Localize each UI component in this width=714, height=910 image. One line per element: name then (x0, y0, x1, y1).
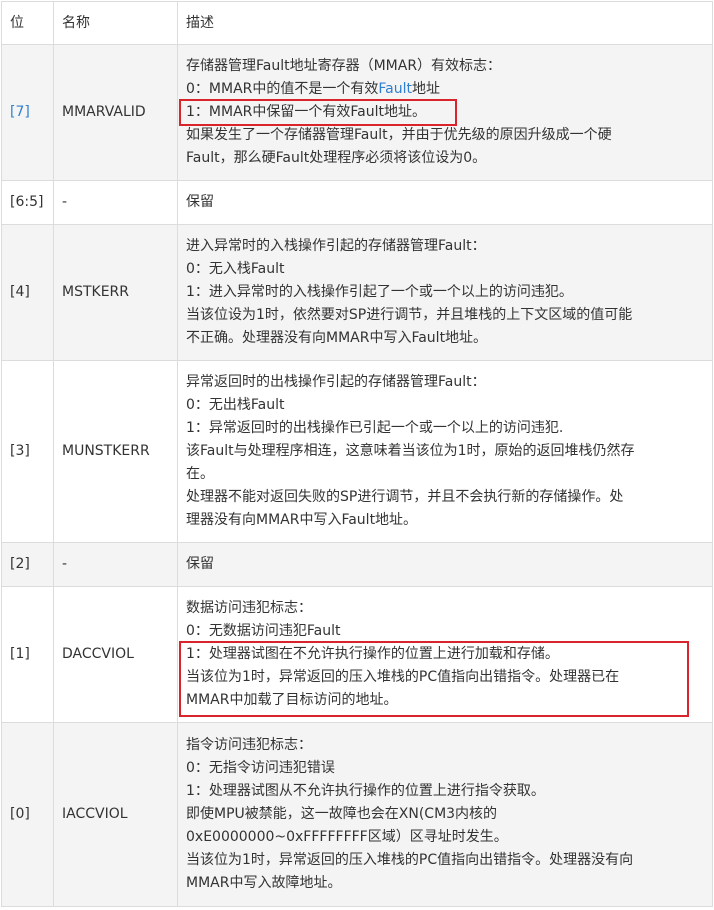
desc-line: 不正确。处理器没有向MMAR中写入Fault地址。 (186, 330, 488, 346)
name-cell: IACCVIOL (53, 722, 178, 907)
desc-line: 如果发生了一个存储器管理Fault，并由于优先级的原因升级成一个硬 (186, 127, 612, 143)
name-cell: MUNSTKERR (53, 360, 178, 543)
desc-line: 存储器管理Fault地址寄存器（MMAR）有效标志： (186, 58, 502, 74)
desc-line: 该Fault与处理程序相连，这意味着当该位为1时，原始的返回堆栈仍然存 (186, 443, 635, 459)
name-cell: MMARVALID (53, 44, 178, 181)
desc-line: 0：无入栈Fault (186, 261, 285, 277)
desc-line: 0：无数据访问违犯Fault (186, 623, 341, 639)
desc-line: 异常返回时的出栈操作引起的存储器管理Fault： (186, 374, 486, 390)
desc-line-highlighted: 1：MMAR中保留一个有效Fault地址。 (179, 99, 704, 126)
desc-line: 即使MPU被禁能，这一故障也会在XN(CM3内核的 (186, 806, 498, 822)
bit-cell: [6:5] (1, 180, 54, 225)
desc-line: 1：处理器试图从不允许执行操作的位置上进行指令获取。 (186, 783, 545, 799)
table-row-reserved-2: [2] - 保留 (1, 542, 713, 587)
name-cell: - (53, 180, 178, 225)
desc-line: 1：处理器试图在不允许执行操作的位置上进行加载和存储。 (186, 646, 559, 662)
table-row-mstkerr: [4] MSTKERR 进入异常时的入栈操作引起的存储器管理Fault： 0：无… (1, 224, 713, 361)
desc-line: 1：进入异常时的入栈操作引起了一个或一个以上的访问违犯。 (186, 284, 573, 300)
description-cell: 进入异常时的入栈操作引起的存储器管理Fault： 0：无入栈Fault 1：进入… (177, 224, 713, 361)
desc-line: 指令访问违犯标志： (186, 737, 312, 753)
bit-7-link[interactable]: [7] (10, 104, 30, 120)
desc-line: 0：无指令访问违犯错误 (186, 760, 335, 776)
desc-line: 0：无出栈Fault (186, 397, 285, 413)
fault-link[interactable]: Fault (378, 81, 412, 97)
table-row-mmarvalid: [7] MMARVALID 存储器管理Fault地址寄存器（MMAR）有效标志：… (1, 44, 713, 181)
description-cell: 保留 (177, 180, 713, 225)
desc-line: 进入异常时的入栈操作引起的存储器管理Fault： (186, 238, 486, 254)
desc-line: 当该位为1时，异常返回的压入堆栈的PC值指向出错指令。处理器没有向 (186, 852, 634, 868)
header-description: 描述 (177, 1, 713, 45)
desc-line-tail: 地址 (411, 81, 440, 97)
table-header-row: 位 名称 描述 (1, 1, 713, 45)
description-cell: 异常返回时的出栈操作引起的存储器管理Fault： 0：无出栈Fault 1：异常… (177, 360, 713, 543)
desc-line: 0：MMAR中的值不是一个有效Fault地址 (186, 78, 704, 101)
description-cell: 数据访问违犯标志： 0：无数据访问违犯Fault 1：处理器试图在不允许执行操作… (177, 586, 713, 723)
table-row-munstkerr: [3] MUNSTKERR 异常返回时的出栈操作引起的存储器管理Fault： 0… (1, 360, 713, 543)
desc-line: 当该位设为1时，依然要对SP进行调节，并且堆栈的上下文区域的值可能 (186, 307, 633, 323)
name-cell: MSTKERR (53, 224, 178, 361)
description-cell: 存储器管理Fault地址寄存器（MMAR）有效标志： 0：MMAR中的值不是一个… (177, 44, 713, 181)
desc-line: MMAR中写入故障地址。 (186, 875, 342, 891)
description-cell: 指令访问违犯标志： 0：无指令访问违犯错误 1：处理器试图从不允许执行操作的位置… (177, 722, 713, 907)
header-bit: 位 (1, 1, 54, 45)
desc-line-text: 0：MMAR中的值不是一个有效 (186, 81, 379, 97)
bit-cell: [4] (1, 224, 54, 361)
name-cell: - (53, 542, 178, 587)
bit-cell: [3] (1, 360, 54, 543)
description-cell: 保留 (177, 542, 713, 587)
desc-line: 0xE0000000~0xFFFFFFFF区域）区寻址时发生。 (186, 829, 508, 845)
desc-line: 当该位为1时，异常返回的压入堆栈的PC值指向出错指令。处理器已在 (186, 669, 620, 685)
name-cell: DACCVIOL (53, 586, 178, 723)
bit-cell: [0] (1, 722, 54, 907)
mmfsr-register-table: 位 名称 描述 [7] MMARVALID 存储器管理Fault地址寄存器（MM… (1, 1, 713, 907)
bit-cell: [1] (1, 586, 54, 723)
desc-line-text: 1：MMAR中保留一个有效Fault地址。 (186, 104, 426, 120)
bit-cell: [2] (1, 542, 54, 587)
desc-line: 处理器不能对返回失败的SP进行调节，并且不会执行新的存储操作。处 (186, 489, 624, 505)
desc-line: 在。 (186, 466, 214, 482)
bit-cell: [7] (1, 44, 54, 181)
table-row-reserved-6-5: [6:5] - 保留 (1, 180, 713, 225)
desc-line: MMAR中加载了目标访问的地址。 (186, 692, 398, 708)
header-name: 名称 (53, 1, 178, 45)
desc-line: 数据访问违犯标志： (186, 600, 312, 616)
table-row-iaccviol: [0] IACCVIOL 指令访问违犯标志： 0：无指令访问违犯错误 1：处理器… (1, 722, 713, 907)
highlighted-block: 1：处理器试图在不允许执行操作的位置上进行加载和存储。 当该位为1时，异常返回的… (179, 641, 704, 717)
desc-line: Fault，那么硬Fault处理程序必须将该位设为0。 (186, 150, 487, 166)
table-row-daccviol: [1] DACCVIOL 数据访问违犯标志： 0：无数据访问违犯Fault 1：… (1, 586, 713, 723)
desc-line: 理器没有向MMAR中写入Fault地址。 (186, 512, 418, 528)
desc-line: 1：异常返回时的出栈操作已引起一个或一个以上的访问违犯. (186, 420, 564, 436)
